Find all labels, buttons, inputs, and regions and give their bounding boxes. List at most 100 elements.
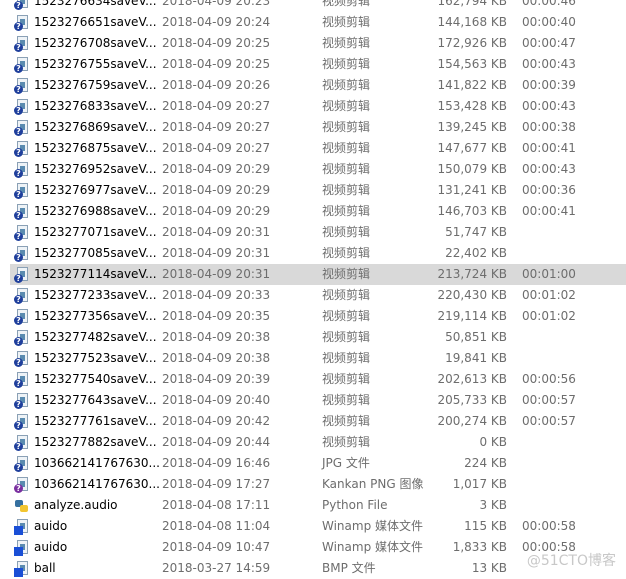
file-row[interactable]: ? 1523276634saveV... 2018-04-09 20:23 视频剪辑 1… [0,0,626,12]
file-size: 1,833 KB [452,540,507,554]
file-type: 视频剪辑 [322,204,371,218]
file-name: analyze.audio [34,498,118,512]
file-row[interactable]: ? 1523277761saveV... 2018-04-09 20:42 视频剪辑 2… [0,411,626,432]
file-row[interactable]: ? 1523276651saveV... 2018-04-09 20:24 视频剪辑 1… [0,12,626,33]
file-date: 2018-04-09 20:31 [162,267,271,281]
video-file-icon: ? [14,0,29,10]
file-row[interactable]: ? 103662141767630... 2018-04-09 17:27 Kanka… [0,474,626,495]
video-file-icon: ? [14,288,29,304]
file-row[interactable]: auido 2018-04-08 11:04 Winamp 媒体文件 115 KB 00… [0,516,626,537]
file-date: 2018-04-09 20:31 [162,225,271,239]
bmp-file-icon [14,561,29,577]
file-type: 视频剪辑 [322,288,371,302]
file-name: 103662141767630... [34,456,160,470]
video-file-icon: ? [14,414,29,430]
file-size: 22,402 KB [445,246,507,260]
file-duration: 00:00:36 [522,183,576,197]
file-duration: 00:00:39 [522,78,576,92]
file-duration: 00:00:41 [522,141,576,155]
file-duration: 00:00:47 [522,36,576,50]
file-row[interactable]: analyze.audio 2018-04-08 17:11 Python File… [0,495,626,516]
file-date: 2018-04-09 16:46 [162,456,271,470]
file-date: 2018-04-09 20:42 [162,414,271,428]
file-size: 220,430 KB [437,288,507,302]
file-row[interactable]: ? 1523277085saveV... 2018-04-09 20:31 视频剪辑 2… [0,243,626,264]
file-duration: 00:00:41 [522,204,576,218]
video-file-icon: ? [14,435,29,451]
file-row[interactable]: ? 1523277114saveV... 2018-04-09 20:31 视频剪辑 2… [0,264,626,285]
file-size: 115 KB [464,519,507,533]
file-date: 2018-04-09 20:27 [162,99,271,113]
winamp-file-icon [14,519,29,535]
file-date: 2018-04-09 20:25 [162,57,271,71]
file-row[interactable]: ? 1523276988saveV... 2018-04-09 20:29 视频剪辑 1… [0,201,626,222]
file-row[interactable]: ? 1523277071saveV... 2018-04-09 20:31 视频剪辑 5… [0,222,626,243]
file-row[interactable]: ? 1523277233saveV... 2018-04-09 20:33 视频剪辑 2… [0,285,626,306]
file-date: 2018-04-09 20:38 [162,330,271,344]
file-date: 2018-04-09 20:33 [162,288,271,302]
file-row[interactable]: ? 1523277540saveV... 2018-04-09 20:39 视频剪辑 2… [0,369,626,390]
file-size: 141,822 KB [437,78,507,92]
file-duration: 00:01:02 [522,288,576,302]
video-file-icon: ? [14,99,29,115]
file-type: 视频剪辑 [322,183,371,197]
file-type: Winamp 媒体文件 [322,519,424,533]
file-date: 2018-04-09 20:29 [162,162,271,176]
file-row[interactable]: ? 1523277523saveV... 2018-04-09 20:38 视频剪辑 1… [0,348,626,369]
file-date: 2018-04-08 11:04 [162,519,271,533]
file-duration: 00:00:57 [522,414,576,428]
file-name: 1523276651saveV... [34,15,157,29]
file-name: 1523277540saveV... [34,372,157,386]
file-row[interactable]: ? 1523276869saveV... 2018-04-09 20:27 视频剪辑 1… [0,117,626,138]
file-type: 视频剪辑 [322,414,371,428]
file-row[interactable]: ? 1523276833saveV... 2018-04-09 20:27 视频剪辑 1… [0,96,626,117]
file-date: 2018-04-09 20:27 [162,120,271,134]
file-row[interactable]: ? 1523277356saveV... 2018-04-09 20:35 视频剪辑 2… [0,306,626,327]
file-date: 2018-04-09 20:39 [162,372,271,386]
file-type: 视频剪辑 [322,36,371,50]
file-size: 200,274 KB [437,414,507,428]
video-file-icon: ? [14,120,29,136]
file-date: 2018-04-09 20:44 [162,435,271,449]
winamp-file-icon [14,540,29,556]
file-name: 1523277523saveV... [34,351,157,365]
file-row[interactable]: ? 1523276875saveV... 2018-04-09 20:27 视频剪辑 1… [0,138,626,159]
video-file-icon: ? [14,36,29,52]
video-file-icon: ? [14,15,29,31]
file-name: 1523276833saveV... [34,99,157,113]
file-type: Kankan PNG 图像 [322,477,424,491]
file-type: 视频剪辑 [322,141,371,155]
file-row[interactable]: ? 1523277643saveV... 2018-04-09 20:40 视频剪辑 2… [0,390,626,411]
file-name: 1523277882saveV... [34,435,157,449]
file-duration: 00:00:43 [522,99,576,113]
file-list: ? 1523276634saveV... 2018-04-09 20:23 视频剪辑 1… [0,0,626,579]
file-type: 视频剪辑 [322,225,371,239]
file-type: 视频剪辑 [322,57,371,71]
file-type: JPG 文件 [322,456,370,470]
file-type: Python File [322,498,388,512]
file-name: 1523276869saveV... [34,120,157,134]
file-duration: 00:00:40 [522,15,576,29]
file-row[interactable]: ? 1523276708saveV... 2018-04-09 20:25 视频剪辑 1… [0,33,626,54]
file-date: 2018-04-09 20:29 [162,183,271,197]
file-duration: 00:00:57 [522,393,576,407]
file-size: 172,926 KB [437,36,507,50]
file-row[interactable]: ? 1523277882saveV... 2018-04-09 20:44 视频剪辑 0… [0,432,626,453]
file-name: 1523277233saveV... [34,288,157,302]
file-row[interactable]: ? 1523276759saveV... 2018-04-09 20:26 视频剪辑 1… [0,75,626,96]
file-type: 视频剪辑 [322,309,371,323]
file-row[interactable]: ? 1523276977saveV... 2018-04-09 20:29 视频剪辑 1… [0,180,626,201]
file-size: 3 KB [479,498,507,512]
file-row[interactable]: ? 103662141767630... 2018-04-09 16:46 JPG 文… [0,453,626,474]
file-size: 146,703 KB [437,204,507,218]
file-row[interactable]: ? 1523276952saveV... 2018-04-09 20:29 视频剪辑 1… [0,159,626,180]
file-type: Winamp 媒体文件 [322,540,424,554]
file-row[interactable]: ? 1523276755saveV... 2018-04-09 20:25 视频剪辑 1… [0,54,626,75]
file-size: 0 KB [479,435,507,449]
file-row[interactable]: ? 1523277482saveV... 2018-04-09 20:38 视频剪辑 5… [0,327,626,348]
file-name: 1523277071saveV... [34,225,157,239]
file-size: 219,114 KB [437,309,507,323]
file-name: 1523277482saveV... [34,330,157,344]
file-type: 视频剪辑 [322,162,371,176]
file-name: 1523277643saveV... [34,393,157,407]
